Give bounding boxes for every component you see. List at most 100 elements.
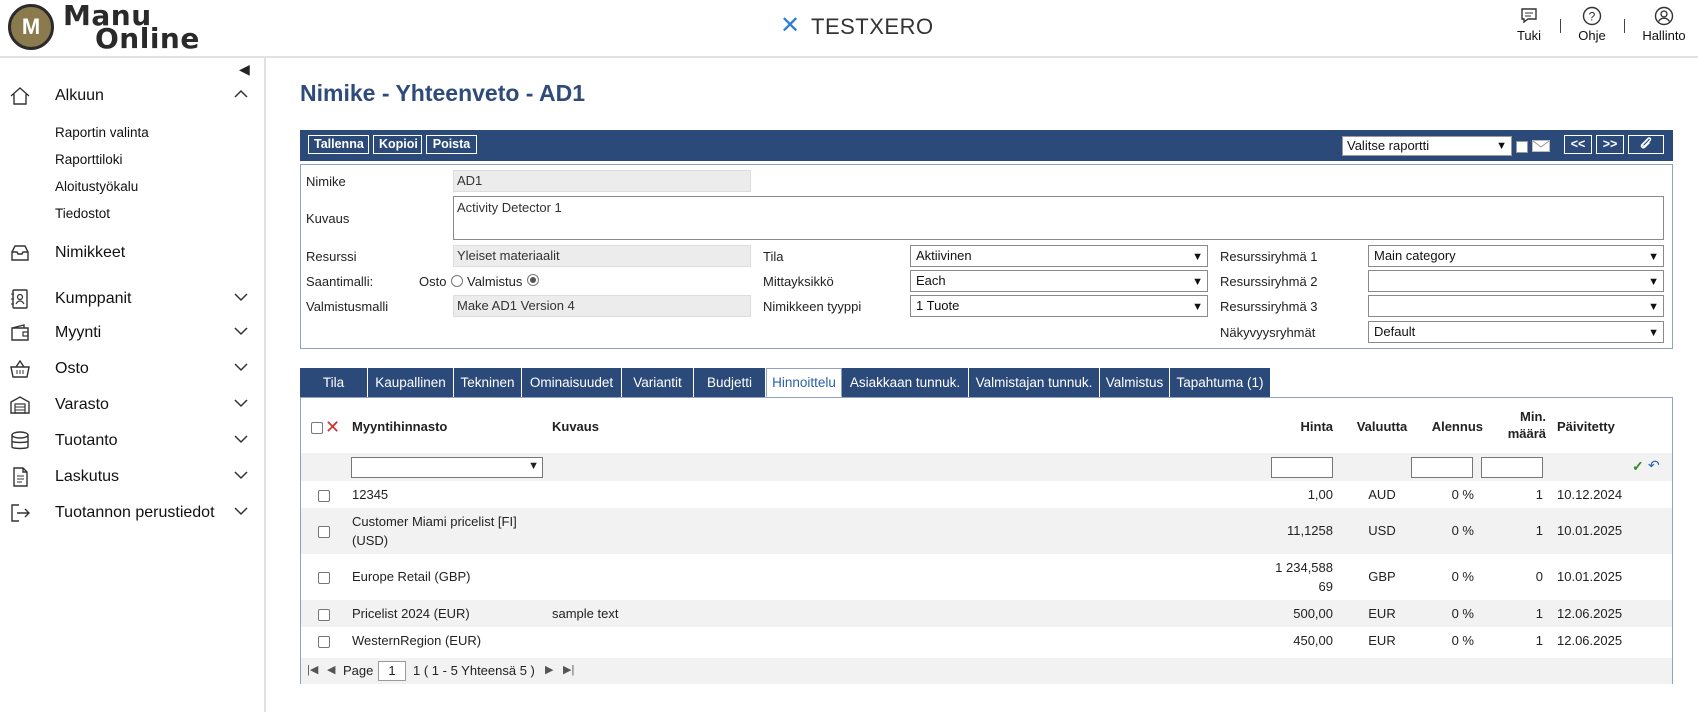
help-button[interactable]: ? Ohje — [1575, 6, 1609, 43]
table-row[interactable]: Europe Retail (GBP) 1 234,588 69 GBP 0 %… — [301, 554, 1672, 600]
sidebar-item-varasto[interactable]: Varasto — [0, 388, 266, 422]
row-currency: USD — [1368, 523, 1396, 538]
first-page-icon[interactable]: |◀ — [307, 663, 318, 676]
select-all-checkbox[interactable] — [311, 422, 323, 434]
sidebar-item-myynti[interactable]: Myynti — [0, 316, 266, 350]
price-filter-input[interactable] — [1271, 457, 1333, 478]
resurssiryhma1-label: Resurssiryhmä 1 — [1220, 249, 1318, 264]
chevron-down-icon[interactable] — [233, 359, 249, 378]
sidebar-item-nimikkeet[interactable]: Nimikkeet — [0, 236, 266, 270]
report-select[interactable]: Valitse raportti ▼ — [1342, 136, 1512, 156]
row-pricelist[interactable]: 12345 — [352, 485, 388, 504]
chevron-down-icon[interactable] — [233, 467, 249, 486]
chevron-left-icon[interactable]: ◀ — [239, 61, 250, 78]
tab-tila[interactable]: Tila — [300, 368, 368, 397]
chevron-down-icon: ▼ — [1192, 251, 1203, 263]
sidebar-item-kumppanit[interactable]: Kumppanit — [0, 282, 266, 316]
row-description: sample text — [552, 606, 619, 621]
row-pricelist[interactable]: WesternRegion (EUR) — [352, 631, 481, 650]
next-page-icon[interactable]: ▶ — [545, 663, 553, 676]
sidebar-item-tuotannon-perustiedot[interactable]: Tuotannon perustiedot — [0, 496, 266, 530]
tab-budjetti[interactable]: Budjetti — [694, 368, 766, 397]
save-button[interactable]: Tallenna — [308, 135, 369, 154]
support-button[interactable]: Tuki — [1512, 6, 1546, 43]
row-pricelist[interactable]: Pricelist 2024 (EUR) — [352, 604, 470, 623]
pricelist-filter-select[interactable]: ▼ — [351, 457, 543, 478]
email-icon[interactable] — [1532, 140, 1550, 152]
page-input[interactable]: 1 — [378, 661, 406, 681]
tila-select[interactable]: Aktiivinen ▼ — [910, 245, 1208, 267]
chevron-down-icon[interactable] — [233, 431, 249, 450]
sidebar-item-alkuun[interactable]: Alkuun — [0, 79, 266, 113]
resurssiryhma1-select[interactable]: Main category ▼ — [1368, 245, 1664, 267]
row-checkbox[interactable] — [318, 609, 330, 621]
tyyppi-value: 1 Tuote — [916, 298, 960, 313]
valmistus-radio[interactable] — [527, 273, 539, 288]
delete-icon[interactable]: ✕ — [325, 418, 340, 436]
row-pricelist[interactable]: Customer Miami pricelist [FI] — [352, 512, 517, 531]
tab-ominaisuudet[interactable]: Ominaisuudet — [522, 368, 622, 397]
table-row[interactable]: Pricelist 2024 (EUR) sample text 500,00 … — [301, 600, 1672, 627]
tab-asiakkaan-tunnuk[interactable]: Asiakkaan tunnuk. — [842, 368, 969, 397]
valmistus-radio-label: Valmistus — [467, 274, 523, 289]
tab-variantit[interactable]: Variantit — [622, 368, 694, 397]
row-checkbox[interactable] — [318, 636, 330, 648]
chevron-down-icon[interactable] — [233, 289, 249, 308]
tyyppi-select[interactable]: 1 Tuote ▼ — [910, 295, 1208, 317]
next-record-button[interactable]: >> — [1596, 135, 1624, 154]
row-pricelist-line2[interactable]: (USD) — [352, 531, 388, 550]
mittayksikko-select[interactable]: Each ▼ — [910, 270, 1208, 292]
tila-value: Aktiivinen — [916, 248, 972, 263]
discount-filter-input[interactable] — [1411, 457, 1473, 478]
copy-button[interactable]: Kopioi — [373, 135, 422, 154]
sidebar-sub-tiedostot[interactable]: Tiedostot — [55, 206, 110, 221]
table-row[interactable]: 12345 1,00 AUD 0 % 1 10.12.2024 — [301, 481, 1672, 508]
admin-button[interactable]: Hallinto — [1637, 6, 1691, 43]
row-checkbox[interactable] — [318, 572, 330, 584]
tab-tekninen[interactable]: Tekninen — [454, 368, 522, 397]
sidebar-item-laskutus[interactable]: Laskutus — [0, 460, 266, 494]
chevron-down-icon[interactable] — [233, 323, 249, 342]
kuvaus-textarea[interactable]: Activity Detector 1 — [453, 196, 1664, 240]
invoice-icon — [8, 466, 32, 488]
sidebar-item-osto[interactable]: Osto — [0, 352, 266, 386]
valmistusmalli-label: Valmistusmalli — [306, 299, 389, 314]
report-checkbox[interactable] — [1516, 141, 1528, 153]
tab-valmistus[interactable]: Valmistus — [1100, 368, 1170, 397]
tab-tapahtuma[interactable]: Tapahtuma (1) — [1170, 368, 1271, 397]
resurssi-label: Resurssi — [306, 249, 357, 264]
row-minqty: 1 — [1535, 487, 1543, 502]
sidebar-sub-raporttiloki[interactable]: Raporttiloki — [55, 152, 123, 167]
row-checkbox[interactable] — [318, 490, 330, 502]
sidebar-sub-raportin-valinta[interactable]: Raportin valinta — [55, 125, 149, 140]
tab-kaupallinen[interactable]: Kaupallinen — [368, 368, 454, 397]
prev-page-icon[interactable]: ◀ — [327, 663, 335, 676]
resurssiryhma2-select[interactable]: ▼ — [1368, 270, 1664, 292]
tab-valmistajan-tunnuk[interactable]: Valmistajan tunnuk. — [969, 368, 1100, 397]
chat-icon — [1519, 6, 1539, 26]
check-icon[interactable]: ✓ — [1632, 458, 1644, 475]
last-page-icon[interactable]: ▶| — [563, 663, 574, 676]
chevron-up-icon[interactable] — [233, 86, 249, 105]
row-pricelist[interactable]: Europe Retail (GBP) — [352, 567, 471, 586]
resurssiryhma3-label: Resurssiryhmä 3 — [1220, 299, 1318, 314]
attachment-button[interactable] — [1628, 135, 1664, 154]
chevron-down-icon[interactable] — [233, 395, 249, 414]
kuvaus-label: Kuvaus — [306, 211, 350, 226]
table-row[interactable]: Customer Miami pricelist [FI] (USD) 11,1… — [301, 508, 1672, 554]
delete-button[interactable]: Poista — [426, 135, 477, 154]
chevron-down-icon[interactable] — [233, 503, 249, 522]
nakyvyysryhmat-select[interactable]: Default ▼ — [1368, 321, 1664, 343]
osto-radio[interactable] — [451, 274, 463, 289]
minqty-filter-input[interactable] — [1481, 457, 1543, 478]
row-checkbox[interactable] — [318, 526, 330, 538]
table-row[interactable]: WesternRegion (EUR) 450,00 EUR 0 % 1 12.… — [301, 627, 1672, 654]
nimike-label: Nimike — [306, 174, 346, 189]
prev-record-button[interactable]: << — [1564, 135, 1592, 154]
sidebar-sub-aloitustyokalu[interactable]: Aloitustyökalu — [55, 179, 138, 194]
sidebar-item-tuotanto[interactable]: Tuotanto — [0, 424, 266, 458]
undo-icon[interactable]: ↶ — [1648, 457, 1660, 474]
tab-hinnoittelu[interactable]: Hinnoittelu — [766, 368, 842, 397]
logo-mark[interactable]: M — [8, 4, 54, 50]
resurssiryhma3-select[interactable]: ▼ — [1368, 295, 1664, 317]
